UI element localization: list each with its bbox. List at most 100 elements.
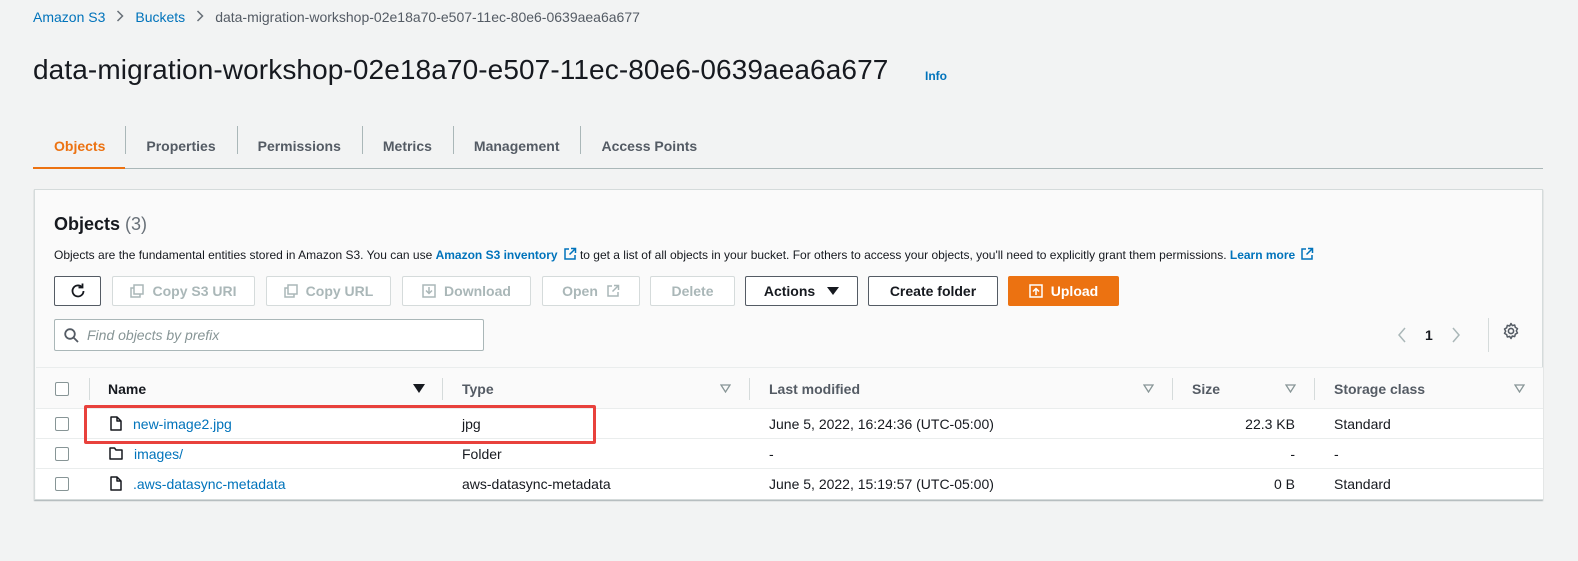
copy-s3-uri-label: Copy S3 URI	[152, 283, 237, 299]
file-icon	[110, 476, 122, 491]
gear-icon[interactable]	[1502, 322, 1520, 345]
object-size: 0 B	[1273, 475, 1295, 492]
objects-heading: Objects (3)	[54, 214, 147, 235]
object-storage-class: Standard	[1334, 475, 1391, 492]
column-modified-label: Last modified	[769, 380, 861, 397]
object-name-cell: .aws-datasync-metadata	[110, 469, 286, 498]
row-checkbox[interactable]	[55, 439, 69, 468]
delete-label: Delete	[671, 283, 714, 299]
row-checkbox[interactable]	[55, 409, 69, 438]
copy-url-label: Copy URL	[305, 283, 374, 299]
object-name-link[interactable]: images/	[134, 446, 183, 462]
object-name-link[interactable]: .aws-datasync-metadata	[133, 476, 286, 492]
highlight-box	[84, 405, 596, 444]
search-box	[54, 319, 484, 351]
refresh-icon	[69, 282, 87, 300]
tab-bar: Objects Properties Permissions Metrics M…	[33, 124, 1543, 169]
object-last-modified: June 5, 2022, 16:24:36 (UTC-05:00)	[769, 415, 994, 432]
column-header-type[interactable]: Type	[462, 368, 494, 409]
objects-count: (3)	[125, 214, 148, 234]
upload-label: Upload	[1050, 283, 1099, 299]
object-type: aws-datasync-metadata	[462, 475, 611, 492]
object-size: 22.3 KB	[1245, 415, 1295, 432]
description-text-2: to get a list of all objects in your buc…	[576, 248, 1230, 262]
page-title: data-migration-workshop-02e18a70-e507-11…	[33, 54, 889, 85]
sort-icon[interactable]	[720, 368, 731, 409]
column-divider	[1172, 378, 1173, 400]
copy-icon	[283, 284, 298, 298]
actions-label: Actions	[763, 283, 816, 299]
download-button[interactable]: Download	[402, 276, 531, 306]
column-size-label: Size	[1192, 380, 1221, 397]
chevron-right-icon	[116, 9, 124, 25]
objects-description: Objects are the fundamental entities sto…	[54, 247, 1314, 264]
column-header-last-modified[interactable]: Last modified	[769, 368, 860, 409]
page-number[interactable]: 1	[1425, 327, 1433, 343]
tab-access-points[interactable]: Access Points	[580, 124, 718, 168]
column-header-size[interactable]: Size	[1192, 368, 1220, 409]
tab-properties[interactable]: Properties	[125, 124, 236, 168]
create-folder-button[interactable]: Create folder	[868, 276, 998, 306]
info-link[interactable]: Info	[925, 69, 947, 83]
breadcrumb: Amazon S3 Buckets data-migration-worksho…	[33, 7, 640, 27]
column-divider	[749, 378, 750, 400]
copy-icon	[130, 284, 145, 298]
object-size: -	[1290, 445, 1295, 462]
table-header: Name Type Last modified Size Storage cla…	[36, 367, 1543, 409]
pager-divider	[1488, 318, 1489, 352]
select-all-checkbox[interactable]	[55, 368, 69, 409]
column-storage-label: Storage class	[1334, 380, 1426, 397]
chevron-right-icon	[196, 9, 204, 25]
upload-icon	[1029, 284, 1043, 298]
copy-url-button[interactable]: Copy URL	[266, 276, 391, 306]
refresh-button[interactable]	[54, 276, 101, 306]
open-label: Open	[562, 283, 598, 299]
object-last-modified: -	[769, 445, 774, 462]
row-checkbox[interactable]	[55, 469, 69, 498]
breadcrumb-current: data-migration-workshop-02e18a70-e507-11…	[215, 9, 640, 25]
search-input[interactable]	[87, 327, 467, 343]
sort-desc-icon[interactable]	[413, 368, 425, 409]
column-divider	[1314, 378, 1315, 400]
column-type-label: Type	[462, 380, 494, 397]
search-icon	[64, 327, 79, 343]
breadcrumb-amazon-s3[interactable]: Amazon S3	[33, 9, 105, 25]
object-storage-class: -	[1334, 445, 1339, 462]
objects-heading-label: Objects	[54, 214, 121, 234]
sort-icon[interactable]	[1143, 368, 1154, 409]
column-name-label: Name	[108, 380, 147, 397]
chevron-right-icon[interactable]	[1451, 327, 1461, 343]
column-divider	[89, 378, 90, 400]
chevron-left-icon[interactable]	[1397, 327, 1407, 343]
breadcrumb-buckets[interactable]: Buckets	[135, 9, 185, 25]
upload-button[interactable]: Upload	[1008, 276, 1119, 306]
table-row[interactable]: .aws-datasync-metadata aws-datasync-meta…	[36, 469, 1543, 499]
column-header-name[interactable]: Name	[108, 368, 146, 409]
inventory-link[interactable]: Amazon S3 inventory	[436, 248, 558, 262]
create-folder-label: Create folder	[889, 283, 977, 299]
objects-panel: Objects (3) Objects are the fundamental …	[34, 189, 1543, 500]
object-last-modified: June 5, 2022, 15:19:57 (UTC-05:00)	[769, 475, 994, 492]
object-storage-class: Standard	[1334, 415, 1391, 432]
actions-dropdown[interactable]: Actions	[745, 276, 858, 306]
external-link-icon	[1300, 247, 1314, 264]
open-button[interactable]: Open	[542, 276, 640, 306]
learn-more-link[interactable]: Learn more	[1230, 248, 1295, 262]
external-link-icon	[563, 247, 577, 264]
tab-metrics[interactable]: Metrics	[361, 124, 453, 168]
download-label: Download	[444, 283, 511, 299]
pagination: 1	[1397, 320, 1461, 350]
column-header-storage-class[interactable]: Storage class	[1334, 368, 1425, 409]
description-text: Objects are the fundamental entities sto…	[54, 248, 436, 262]
column-divider	[442, 378, 443, 400]
tab-permissions[interactable]: Permissions	[236, 124, 362, 168]
delete-button[interactable]: Delete	[650, 276, 735, 306]
sort-icon[interactable]	[1285, 368, 1296, 409]
copy-s3-uri-button[interactable]: Copy S3 URI	[112, 276, 255, 306]
tab-management[interactable]: Management	[452, 124, 581, 168]
folder-icon	[109, 447, 123, 460]
download-icon	[422, 284, 436, 298]
caret-down-icon	[827, 287, 840, 295]
tab-objects[interactable]: Objects	[33, 124, 126, 169]
sort-icon[interactable]	[1514, 368, 1525, 409]
